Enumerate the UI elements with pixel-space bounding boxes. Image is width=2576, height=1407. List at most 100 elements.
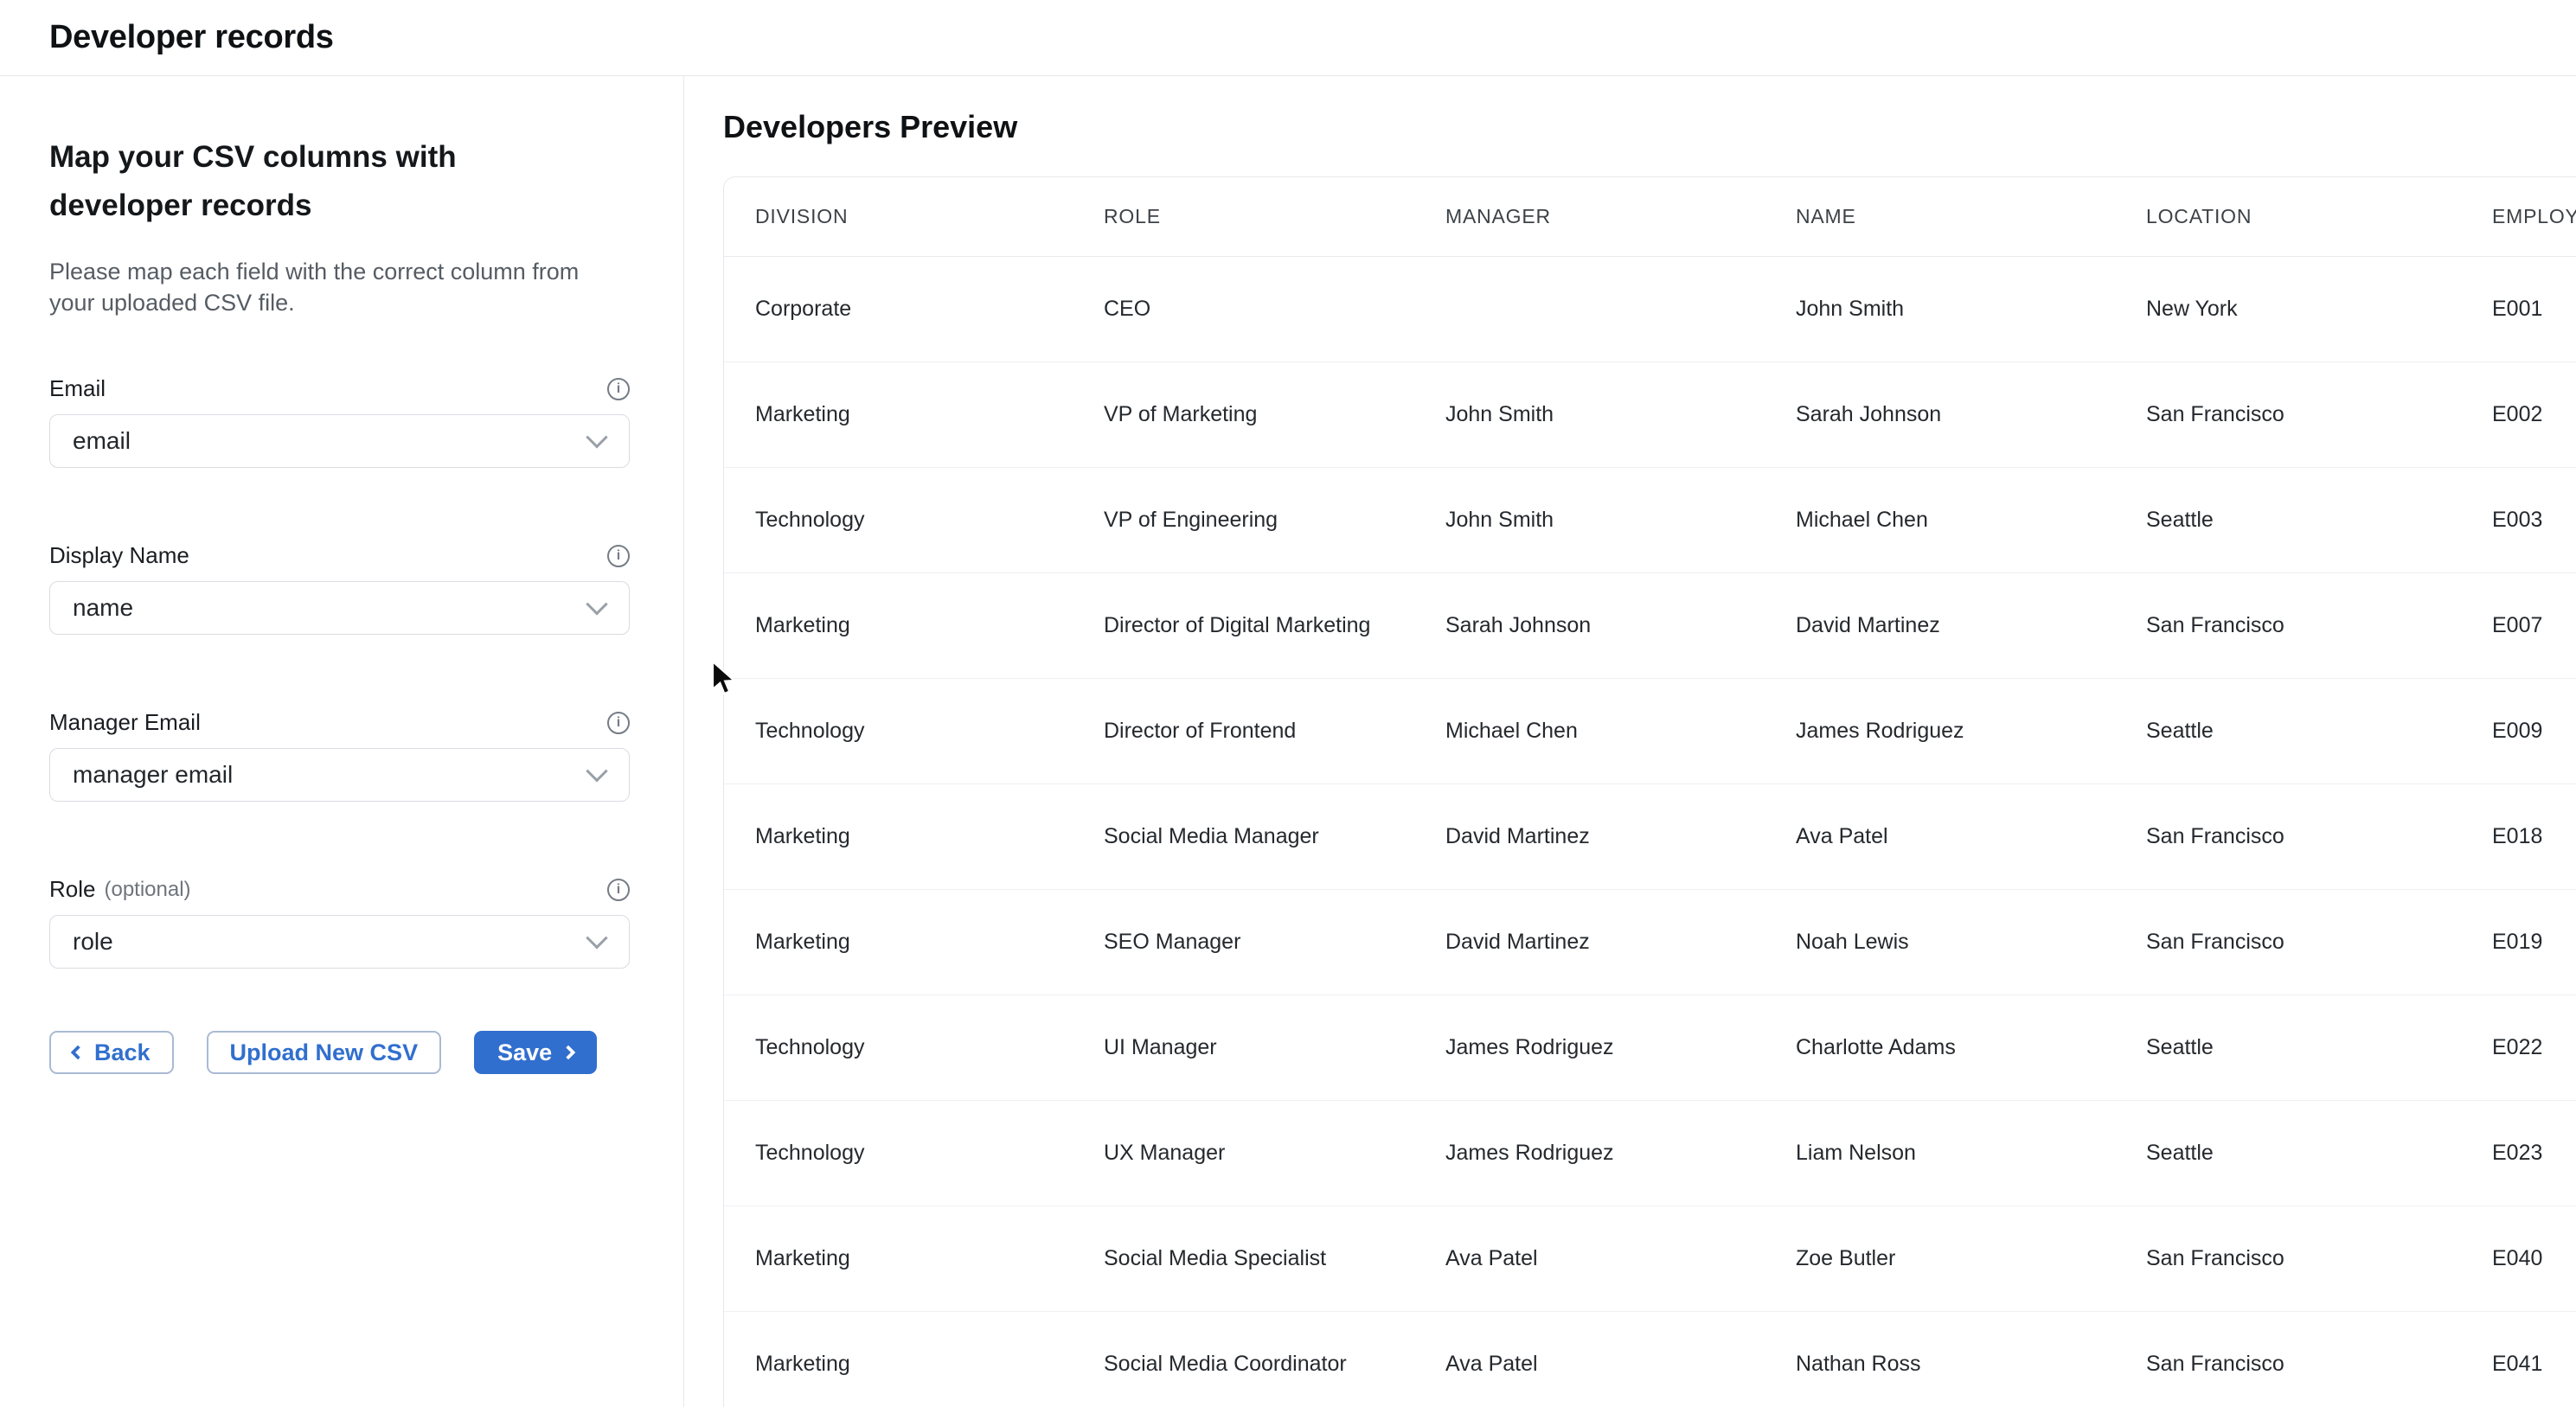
cell-name: Charlotte Adams bbox=[1765, 994, 2115, 1100]
cell-manager: Michael Chen bbox=[1414, 678, 1765, 783]
cell-division: Marketing bbox=[724, 889, 1073, 994]
email-column-select-value: email bbox=[73, 427, 131, 455]
manager-email-field-label: Manager Email bbox=[49, 709, 201, 736]
cell-id: E040 bbox=[2461, 1206, 2576, 1311]
cell-role: VP of Marketing bbox=[1073, 361, 1414, 467]
display-name-column-select-value: name bbox=[73, 594, 133, 622]
cell-role: Social Media Specialist bbox=[1073, 1206, 1414, 1311]
cell-role: Social Media Manager bbox=[1073, 783, 1414, 889]
cell-location: San Francisco bbox=[2115, 361, 2461, 467]
cell-name: James Rodriguez bbox=[1765, 678, 2115, 783]
cell-location: San Francisco bbox=[2115, 1206, 2461, 1311]
developers-table: DIVISION ROLE MANAGER NAME LOCATION EMPL… bbox=[724, 177, 2576, 1407]
cell-role: Social Media Coordinator bbox=[1073, 1311, 1414, 1407]
display-name-column-select[interactable]: name bbox=[49, 581, 630, 635]
info-icon[interactable]: i bbox=[607, 879, 630, 901]
column-header-role: ROLE bbox=[1073, 177, 1414, 256]
role-field-label: Role bbox=[49, 876, 95, 903]
manager-email-column-select-value: manager email bbox=[73, 761, 233, 789]
back-button-label: Back bbox=[94, 1039, 151, 1066]
chevron-down-icon bbox=[586, 927, 607, 949]
cell-location: Seattle bbox=[2115, 467, 2461, 572]
table-row: MarketingSocial Media SpecialistAva Pate… bbox=[724, 1206, 2576, 1311]
info-icon[interactable]: i bbox=[607, 712, 630, 734]
field-email: Email i email bbox=[49, 375, 630, 468]
column-header-manager: MANAGER bbox=[1414, 177, 1765, 256]
cell-id: E002 bbox=[2461, 361, 2576, 467]
column-header-division: DIVISION bbox=[724, 177, 1073, 256]
column-header-location: LOCATION bbox=[2115, 177, 2461, 256]
field-display-name: Display Name i name bbox=[49, 542, 630, 635]
field-role: Role (optional) i role bbox=[49, 876, 630, 969]
table-row: MarketingSEO ManagerDavid MartinezNoah L… bbox=[724, 889, 2576, 994]
cell-role: Director of Frontend bbox=[1073, 678, 1414, 783]
developers-preview-section: Developers Preview DIVISION ROLE MANAGER… bbox=[684, 76, 2576, 1407]
table-row: TechnologyUI ManagerJames RodriguezCharl… bbox=[724, 994, 2576, 1100]
cell-division: Technology bbox=[724, 1100, 1073, 1206]
cell-division: Technology bbox=[724, 467, 1073, 572]
table-row: TechnologyUX ManagerJames RodriguezLiam … bbox=[724, 1100, 2576, 1206]
cell-name: Liam Nelson bbox=[1765, 1100, 2115, 1206]
cell-location: New York bbox=[2115, 256, 2461, 361]
role-optional-tag: (optional) bbox=[104, 878, 190, 902]
cell-role: SEO Manager bbox=[1073, 889, 1414, 994]
cell-manager: John Smith bbox=[1414, 467, 1765, 572]
cell-division: Technology bbox=[724, 678, 1073, 783]
main-content: Map your CSV columns with developer reco… bbox=[0, 76, 2576, 1407]
cell-id: E022 bbox=[2461, 994, 2576, 1100]
table-row: CorporateCEOJohn SmithNew YorkE001 bbox=[724, 256, 2576, 361]
cell-manager: James Rodriguez bbox=[1414, 1100, 1765, 1206]
cell-location: San Francisco bbox=[2115, 572, 2461, 678]
cell-division: Technology bbox=[724, 994, 1073, 1100]
upload-new-csv-button-label: Upload New CSV bbox=[230, 1039, 419, 1066]
chevron-down-icon bbox=[586, 426, 607, 448]
cell-manager: Ava Patel bbox=[1414, 1206, 1765, 1311]
page-header: Developer records bbox=[0, 0, 2576, 76]
info-icon[interactable]: i bbox=[607, 545, 630, 567]
cell-manager: David Martinez bbox=[1414, 783, 1765, 889]
chevron-right-icon bbox=[561, 1046, 576, 1060]
table-row: TechnologyDirector of FrontendMichael Ch… bbox=[724, 678, 2576, 783]
chevron-down-icon bbox=[586, 760, 607, 782]
panel-actions: Back Upload New CSV Save bbox=[49, 1031, 631, 1074]
cell-location: San Francisco bbox=[2115, 889, 2461, 994]
cell-name: John Smith bbox=[1765, 256, 2115, 361]
cell-id: E018 bbox=[2461, 783, 2576, 889]
info-icon[interactable]: i bbox=[607, 378, 630, 400]
cell-division: Marketing bbox=[724, 361, 1073, 467]
panel-description: Please map each field with the correct c… bbox=[49, 256, 603, 318]
chevron-left-icon bbox=[71, 1046, 86, 1060]
column-header-name: NAME bbox=[1765, 177, 2115, 256]
cell-name: Noah Lewis bbox=[1765, 889, 2115, 994]
cell-manager: David Martinez bbox=[1414, 889, 1765, 994]
cell-division: Marketing bbox=[724, 783, 1073, 889]
email-field-label: Email bbox=[49, 375, 106, 402]
cell-name: David Martinez bbox=[1765, 572, 2115, 678]
table-row: MarketingDirector of Digital MarketingSa… bbox=[724, 572, 2576, 678]
cell-location: San Francisco bbox=[2115, 1311, 2461, 1407]
cell-name: Sarah Johnson bbox=[1765, 361, 2115, 467]
cell-id: E007 bbox=[2461, 572, 2576, 678]
cell-division: Marketing bbox=[724, 572, 1073, 678]
column-header-employee: EMPLOYEE bbox=[2461, 177, 2576, 256]
email-column-select[interactable]: email bbox=[49, 414, 630, 468]
app-root: { "header": { "title": "Developer record… bbox=[0, 0, 2576, 1407]
cell-manager: John Smith bbox=[1414, 361, 1765, 467]
role-column-select[interactable]: role bbox=[49, 915, 630, 969]
save-button[interactable]: Save bbox=[474, 1031, 597, 1074]
cell-division: Corporate bbox=[724, 256, 1073, 361]
upload-new-csv-button[interactable]: Upload New CSV bbox=[207, 1031, 442, 1074]
csv-mapping-panel: Map your CSV columns with developer reco… bbox=[0, 76, 684, 1407]
cell-name: Nathan Ross bbox=[1765, 1311, 2115, 1407]
cell-manager: Ava Patel bbox=[1414, 1311, 1765, 1407]
cell-location: Seattle bbox=[2115, 678, 2461, 783]
manager-email-column-select[interactable]: manager email bbox=[49, 748, 630, 802]
cell-role: CEO bbox=[1073, 256, 1414, 361]
back-button[interactable]: Back bbox=[49, 1031, 174, 1074]
cell-location: Seattle bbox=[2115, 994, 2461, 1100]
panel-heading: Map your CSV columns with developer reco… bbox=[49, 133, 551, 230]
table-row: MarketingSocial Media ManagerDavid Marti… bbox=[724, 783, 2576, 889]
developers-table-card: DIVISION ROLE MANAGER NAME LOCATION EMPL… bbox=[723, 176, 2576, 1407]
page-title: Developer records bbox=[49, 19, 334, 56]
field-manager-email: Manager Email i manager email bbox=[49, 709, 630, 802]
